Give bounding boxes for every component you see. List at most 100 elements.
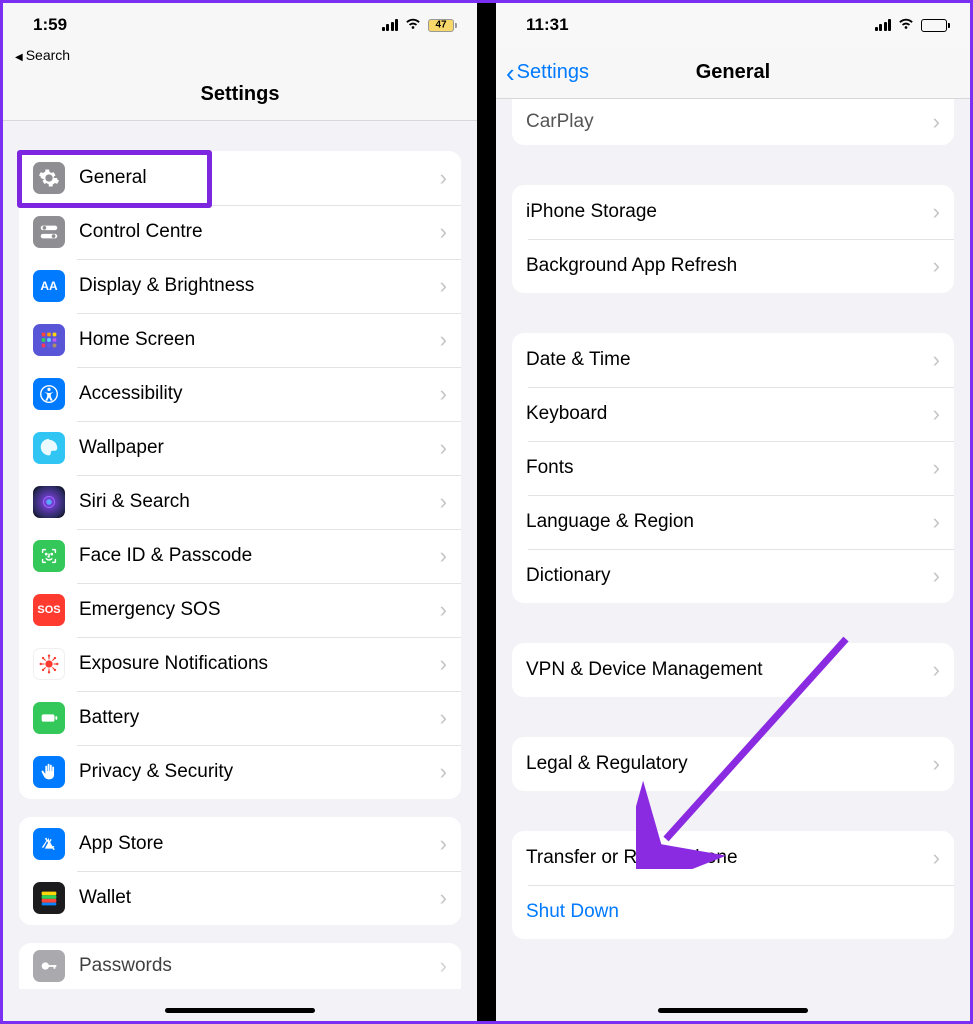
chevron-right-icon: › — [933, 109, 940, 135]
chevron-right-icon: › — [933, 253, 940, 279]
chevron-right-icon: › — [933, 657, 940, 683]
row-dictionary[interactable]: Dictionary › — [512, 549, 954, 603]
wallet-icon — [33, 882, 65, 914]
page-title: General — [696, 61, 770, 84]
general-group-4: Legal & Regulatory › — [512, 737, 954, 791]
wifi-icon — [404, 15, 422, 35]
row-label: Dictionary — [526, 553, 933, 599]
back-label: Settings — [517, 61, 589, 84]
chevron-right-icon: › — [440, 327, 447, 353]
screenshot-left: 1:59 47 ◀Search Settings — [3, 3, 477, 1021]
home-indicator[interactable] — [658, 1008, 808, 1013]
row-home-screen[interactable]: Home Screen › — [19, 313, 461, 367]
row-label: CarPlay — [526, 99, 933, 145]
chevron-right-icon: › — [933, 751, 940, 777]
row-language-region[interactable]: Language & Region › — [512, 495, 954, 549]
chevron-right-icon: › — [440, 165, 447, 191]
app-store-icon — [33, 828, 65, 860]
chevron-right-icon: › — [933, 401, 940, 427]
row-label: Battery — [79, 695, 440, 741]
exposure-icon — [33, 648, 65, 680]
battery-icon: 47 — [428, 19, 457, 32]
row-label: Transfer or Reset iPhone — [526, 835, 933, 881]
back-button[interactable]: ‹ Settings — [506, 60, 589, 86]
cellular-icon — [875, 19, 892, 31]
row-wallpaper[interactable]: Wallpaper › — [19, 421, 461, 475]
row-face-id-passcode[interactable]: Face ID & Passcode › — [19, 529, 461, 583]
settings-group-2: App Store › Wallet › — [19, 817, 461, 925]
chevron-right-icon: › — [933, 563, 940, 589]
row-label: General — [79, 155, 440, 201]
row-background-app-refresh[interactable]: Background App Refresh › — [512, 239, 954, 293]
row-exposure-notifications[interactable]: Exposure Notifications › — [19, 637, 461, 691]
row-keyboard[interactable]: Keyboard › — [512, 387, 954, 441]
row-label: Wallet — [79, 875, 440, 921]
row-display-brightness[interactable]: AA Display & Brightness › — [19, 259, 461, 313]
home-indicator[interactable] — [165, 1008, 315, 1013]
row-battery[interactable]: Battery › — [19, 691, 461, 745]
back-to-search[interactable]: ◀Search — [3, 47, 477, 69]
display-icon: AA — [33, 270, 65, 302]
general-group-3: VPN & Device Management › — [512, 643, 954, 697]
row-wallet[interactable]: Wallet › — [19, 871, 461, 925]
status-time: 1:59 — [33, 15, 67, 35]
chevron-right-icon: › — [933, 845, 940, 871]
row-control-centre[interactable]: Control Centre › — [19, 205, 461, 259]
chevron-right-icon: › — [440, 273, 447, 299]
general-group-1: iPhone Storage › Background App Refresh … — [512, 185, 954, 293]
row-label: Shut Down — [526, 889, 940, 935]
row-emergency-sos[interactable]: SOS Emergency SOS › — [19, 583, 461, 637]
chevron-right-icon: › — [440, 219, 447, 245]
siri-icon — [33, 486, 65, 518]
row-label: Legal & Regulatory — [526, 741, 933, 787]
chevron-right-icon: › — [440, 953, 447, 979]
row-app-store[interactable]: App Store › — [19, 817, 461, 871]
row-label: Control Centre — [79, 209, 440, 255]
toggles-icon — [33, 216, 65, 248]
chevron-right-icon: › — [440, 435, 447, 461]
nav-header: Settings — [3, 69, 477, 121]
chevron-right-icon: › — [933, 509, 940, 535]
row-label: Background App Refresh — [526, 243, 933, 289]
row-label: Language & Region — [526, 499, 933, 545]
row-label: Siri & Search — [79, 479, 440, 525]
row-label: iPhone Storage — [526, 189, 933, 235]
home-screen-icon — [33, 324, 65, 356]
face-id-icon — [33, 540, 65, 572]
row-accessibility[interactable]: Accessibility › — [19, 367, 461, 421]
row-shut-down[interactable]: Shut Down — [512, 885, 954, 939]
accessibility-icon — [33, 378, 65, 410]
chevron-right-icon: › — [440, 831, 447, 857]
row-vpn-device-management[interactable]: VPN & Device Management › — [512, 643, 954, 697]
chevron-right-icon: › — [440, 489, 447, 515]
wallpaper-icon — [33, 432, 65, 464]
row-privacy-security[interactable]: Privacy & Security › — [19, 745, 461, 799]
key-icon — [33, 950, 65, 982]
row-carplay[interactable]: CarPlay › — [512, 99, 954, 145]
chevron-right-icon: › — [933, 455, 940, 481]
row-label: Face ID & Passcode — [79, 533, 440, 579]
row-siri-search[interactable]: Siri & Search › — [19, 475, 461, 529]
screenshot-divider — [477, 3, 496, 1021]
cellular-icon — [382, 19, 399, 31]
row-label: Wallpaper — [79, 425, 440, 471]
row-transfer-reset-iphone[interactable]: Transfer or Reset iPhone › — [512, 831, 954, 885]
chevron-right-icon: › — [440, 597, 447, 623]
chevron-right-icon: › — [440, 885, 447, 911]
chevron-right-icon: › — [440, 543, 447, 569]
row-passwords[interactable]: Passwords › — [19, 943, 461, 989]
row-general[interactable]: General › — [19, 151, 461, 205]
hand-icon — [33, 756, 65, 788]
row-date-time[interactable]: Date & Time › — [512, 333, 954, 387]
chevron-right-icon: › — [440, 759, 447, 785]
row-iphone-storage[interactable]: iPhone Storage › — [512, 185, 954, 239]
gear-icon — [33, 162, 65, 194]
settings-group-1: General › Control Centre › AA Display & … — [19, 151, 461, 799]
row-legal-regulatory[interactable]: Legal & Regulatory › — [512, 737, 954, 791]
sos-icon: SOS — [33, 594, 65, 626]
row-label: Emergency SOS — [79, 587, 440, 633]
page-title: Settings — [201, 83, 280, 106]
status-bar: 11:31 — [496, 3, 970, 47]
chevron-right-icon: › — [933, 199, 940, 225]
row-fonts[interactable]: Fonts › — [512, 441, 954, 495]
